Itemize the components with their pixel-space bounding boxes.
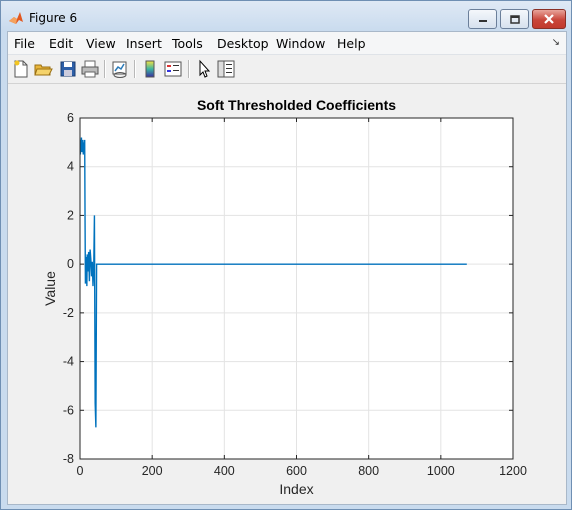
- save-icon[interactable]: [58, 59, 78, 79]
- close-button[interactable]: [532, 9, 566, 29]
- x-tick-label: 200: [142, 464, 163, 478]
- maximize-button[interactable]: [500, 9, 529, 29]
- y-tick-label: 6: [67, 111, 74, 125]
- toolbar-separator: [134, 60, 136, 78]
- toolbar-separator: [188, 60, 190, 78]
- open-icon[interactable]: [33, 59, 53, 79]
- figure-window: Figure 6 File Edit View Insert Tools Des…: [0, 0, 572, 510]
- toolbar-separator: [104, 60, 106, 78]
- menu-help[interactable]: Help: [337, 36, 366, 51]
- x-axis-label: Index: [279, 481, 313, 497]
- title-bar[interactable]: Figure 6: [1, 1, 571, 31]
- menu-bar: File Edit View Insert Tools Desktop Wind…: [8, 32, 566, 55]
- x-tick-label: 1000: [427, 464, 455, 478]
- y-tick-label: -8: [63, 452, 74, 466]
- menu-view[interactable]: View: [86, 36, 116, 51]
- window-title: Figure 6: [29, 11, 78, 25]
- close-icon: [544, 14, 554, 24]
- x-tick-label: 600: [286, 464, 307, 478]
- minimize-icon: [478, 20, 487, 22]
- menu-file[interactable]: File: [14, 36, 35, 51]
- menu-insert[interactable]: Insert: [126, 36, 162, 51]
- menu-tools[interactable]: Tools: [172, 36, 203, 51]
- y-tick-label: -4: [63, 355, 74, 369]
- y-tick-label: 4: [67, 160, 74, 174]
- x-tick-label: 0: [77, 464, 84, 478]
- insert-legend-icon[interactable]: [163, 59, 183, 79]
- y-tick-label: 0: [67, 257, 74, 271]
- matlab-logo-icon: [9, 12, 23, 24]
- insert-colorbar-icon[interactable]: [140, 59, 160, 79]
- x-tick-label: 400: [214, 464, 235, 478]
- edit-plot-icon[interactable]: [194, 59, 214, 79]
- x-tick-label: 800: [358, 464, 379, 478]
- figure-toolbar: [8, 55, 566, 84]
- menu-window[interactable]: Window: [276, 36, 325, 51]
- minimize-button[interactable]: [468, 9, 497, 29]
- dock-arrow-icon[interactable]: ↘: [552, 37, 560, 48]
- menu-edit[interactable]: Edit: [49, 36, 73, 51]
- y-tick-label: -2: [63, 306, 74, 320]
- figure-client-area: File Edit View Insert Tools Desktop Wind…: [7, 31, 567, 505]
- y-axis-label: Value: [42, 271, 58, 306]
- maximize-icon: [509, 14, 520, 24]
- y-tick-label: 2: [67, 208, 74, 222]
- chart[interactable]: 0 200 400 600 800 1000 1200 -8 -6 -4 -2 0 2 4 6 Soft Th…: [8, 84, 566, 504]
- figure-canvas: 0 200 400 600 800 1000 1200 -8 -6 -4 -2 0 2 4 6 Soft Th…: [8, 84, 566, 504]
- property-inspector-icon[interactable]: [216, 59, 236, 79]
- link-plot-icon[interactable]: [110, 59, 130, 79]
- y-tick-label: -6: [63, 403, 74, 417]
- print-icon[interactable]: [80, 59, 100, 79]
- new-figure-icon[interactable]: [11, 59, 31, 79]
- chart-title: Soft Thresholded Coefficients: [197, 97, 396, 113]
- menu-desktop[interactable]: Desktop: [217, 36, 269, 51]
- x-tick-label: 1200: [499, 464, 527, 478]
